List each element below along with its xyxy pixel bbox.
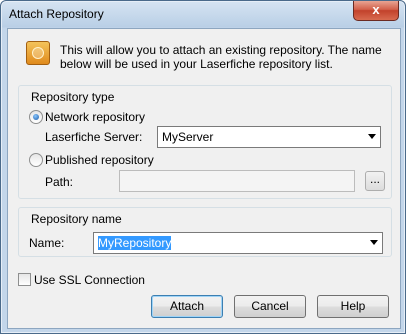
repository-type-group: Repository type Network repository Laser… bbox=[18, 85, 392, 199]
close-icon: x bbox=[372, 2, 380, 17]
title-bar[interactable]: Attach Repository x bbox=[1, 1, 405, 27]
published-repository-radio[interactable] bbox=[29, 153, 43, 167]
use-ssl-checkbox[interactable] bbox=[18, 273, 31, 286]
repository-name-value[interactable]: MyRepository bbox=[98, 236, 172, 250]
cancel-button[interactable]: Cancel bbox=[234, 295, 306, 318]
laserfiche-server-combobox[interactable]: MyServer bbox=[157, 126, 381, 148]
repository-name-group-title: Repository name bbox=[29, 212, 124, 226]
repository-type-group-title: Repository type bbox=[29, 90, 117, 104]
use-ssl-label[interactable]: Use SSL Connection bbox=[34, 273, 145, 287]
path-label: Path: bbox=[45, 175, 74, 189]
laserfiche-server-label: Laserfiche Server: bbox=[45, 130, 143, 144]
repository-icon bbox=[26, 41, 50, 65]
name-label: Name: bbox=[29, 236, 65, 250]
network-repository-label[interactable]: Network repository bbox=[45, 110, 145, 124]
help-button[interactable]: Help bbox=[317, 295, 389, 318]
attach-repository-dialog: Attach Repository x This will allow you … bbox=[0, 0, 406, 334]
ellipsis-icon: ... bbox=[369, 172, 380, 186]
attach-button[interactable]: Attach bbox=[151, 295, 223, 318]
repository-name-group: Repository name Name: MyRepository bbox=[18, 207, 392, 257]
window-title: Attach Repository bbox=[9, 7, 104, 21]
path-input[interactable] bbox=[119, 170, 355, 192]
chevron-down-icon[interactable] bbox=[368, 134, 376, 139]
chevron-down-icon[interactable] bbox=[370, 240, 378, 245]
browse-button[interactable]: ... bbox=[365, 171, 385, 191]
close-button[interactable]: x bbox=[353, 1, 399, 21]
network-repository-radio[interactable] bbox=[29, 110, 43, 124]
info-text: This will allow you to attach an existin… bbox=[60, 43, 382, 71]
published-repository-label[interactable]: Published repository bbox=[45, 153, 154, 167]
dialog-body: This will allow you to attach an existin… bbox=[7, 28, 401, 329]
laserfiche-server-value: MyServer bbox=[162, 130, 214, 144]
repository-name-combobox[interactable]: MyRepository bbox=[93, 232, 383, 254]
